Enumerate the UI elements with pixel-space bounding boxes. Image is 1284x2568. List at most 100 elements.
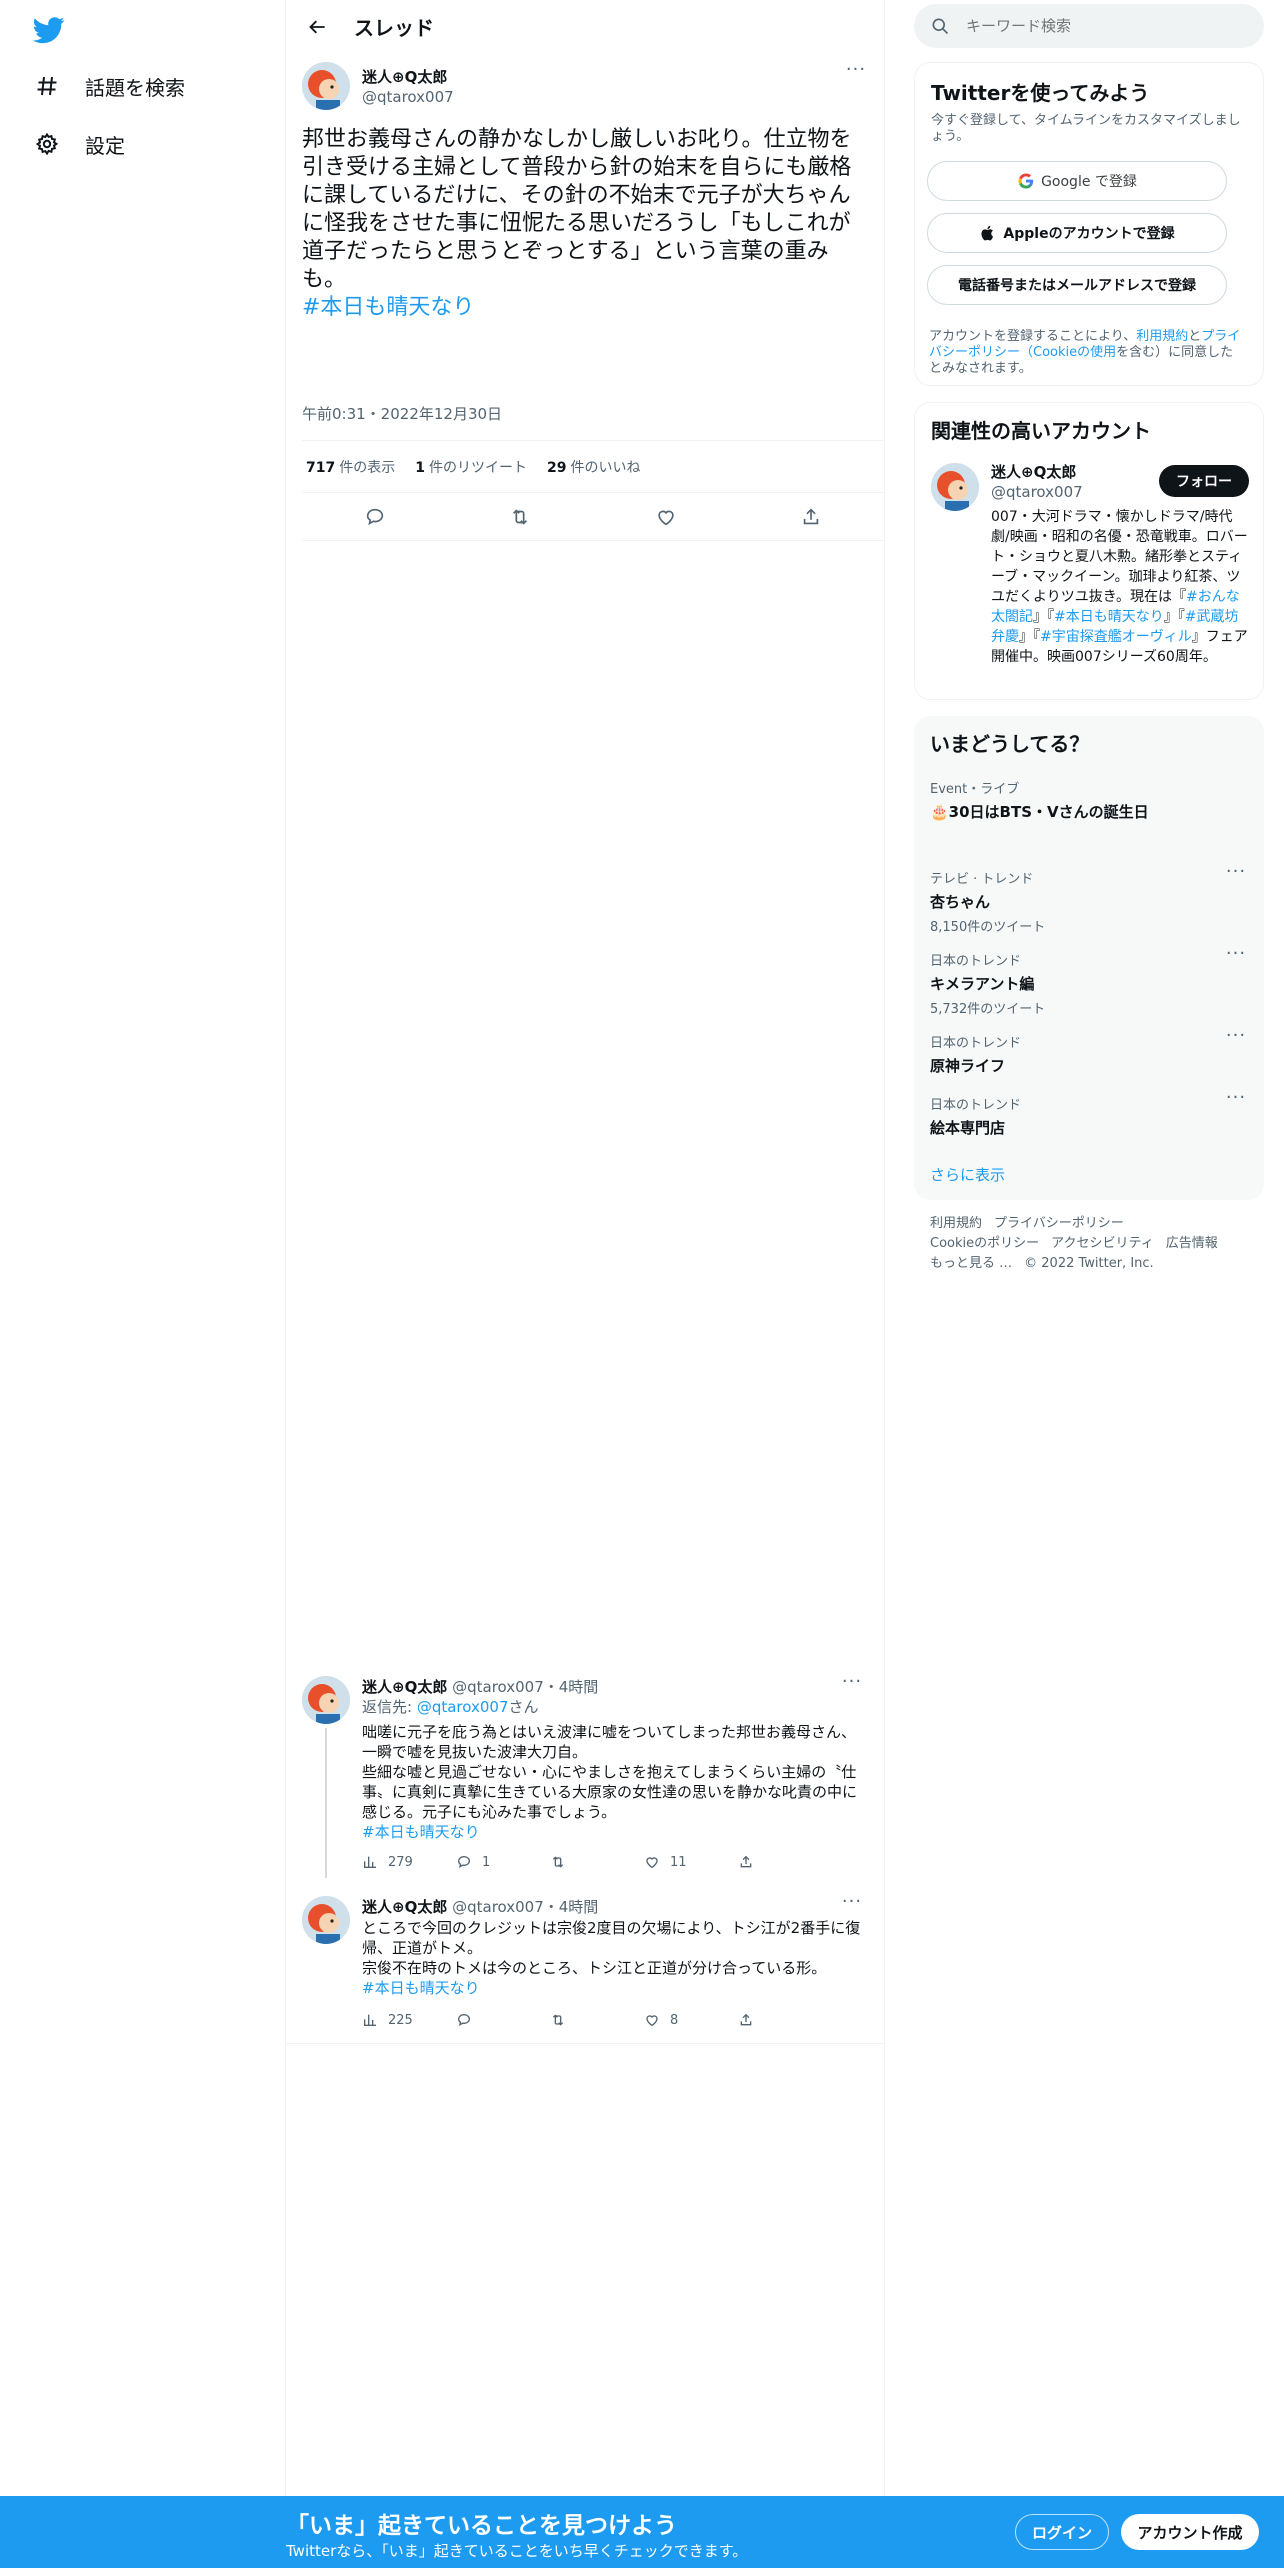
avatar[interactable] [302,62,350,110]
apple-signup-button[interactable]: Appleのアカウントで登録 [927,213,1227,253]
more-icon[interactable]: ··· [1224,1089,1248,1114]
nav-explore[interactable]: 話題を検索 [33,66,185,106]
more-icon[interactable]: ··· [1224,1027,1248,1052]
page-title: スレッド [354,16,434,40]
tweet-actions: 279 1 11 [362,1850,802,1874]
footer-link[interactable]: アクセシビリティ [1051,1236,1154,1251]
terms-text: アカウントを登録することにより、利用規約とプライバシーポリシー（Cookieの使… [929,329,1245,377]
reply-time[interactable]: ・4時間 [544,1678,599,1696]
show-more-link[interactable]: さらに表示 [930,1164,1005,1185]
thread-column: スレッド 迷人⊕Q太郎 @qtarox007 ··· 邦世お義母さんの静かなしか… [286,0,885,2496]
reply-action[interactable]: 1 [456,1854,550,1870]
retweets-count: 1 [415,459,425,476]
retweet-action[interactable] [550,1854,644,1870]
like-action[interactable]: 8 [644,2012,738,2028]
trend-name: 杏ちゃん [930,893,991,911]
share-icon[interactable] [793,499,829,535]
avatar[interactable] [302,1896,350,1944]
more-icon[interactable]: ··· [1224,945,1248,970]
tweet-stats: 717 件の表示 1 件のリツイート 29 件のいいね [302,440,884,493]
retweet-action[interactable] [550,2012,644,2028]
reply-to-mention[interactable]: @qtarox007 [417,1698,509,1716]
author-name[interactable]: 迷人⊕Q太郎 [362,66,447,87]
author-name[interactable]: 迷人⊕Q太郎 [362,1898,447,1916]
views-action[interactable]: 225 [362,2012,456,2028]
more-icon[interactable]: ··· [840,1673,864,1698]
footer-link[interactable]: Cookieのポリシー [930,1236,1039,1251]
reply-time[interactable]: ・4時間 [544,1898,599,1916]
related-handle[interactable]: @qtarox007 [991,483,1083,501]
trend-item[interactable]: 日本のトレンド キメラアント編 5,732件のツイート ··· [930,945,1248,1018]
share-action[interactable] [738,1854,778,1870]
footer-link[interactable]: プライバシーポリシー [994,1216,1124,1231]
reply-action[interactable] [456,2012,550,2028]
hashtag-icon [33,72,61,100]
trends-panel: いまどうしてる？ Event・ライブ 🎂30日はBTS・Vさんの誕生日 テレビ … [914,716,1264,1200]
replies-count: 1 [482,1854,491,1870]
views-label: 件の表示 [339,459,396,476]
terms-link[interactable]: 利用規約 [1136,329,1188,344]
signup-button[interactable]: アカウント作成 [1121,2514,1259,2550]
more-icon[interactable]: ··· [844,61,868,86]
trend-item[interactable]: 日本のトレンド 原神ライフ ··· [930,1027,1248,1076]
reply-tweet[interactable]: 迷人⊕Q太郎 @qtarox007・4時間 ··· ところで今回のクレジットは宗… [302,1893,868,2034]
trend-count: 8,150件のツイート [930,920,1046,935]
search-input[interactable] [966,17,1246,35]
related-name[interactable]: 迷人⊕Q太郎 [991,461,1076,482]
follow-button[interactable]: フォロー [1159,465,1249,497]
footer-link[interactable]: 広告情報 [1166,1236,1218,1251]
bio-hashtag[interactable]: #本日も晴天なり [1054,609,1164,625]
nav-settings[interactable]: 設定 [33,124,125,164]
tweet-body: 咄嗟に元子を庇う為とはいえ波津に嘘をついてしまった邦世お義母さん、一瞬で嘘を見抜… [362,1723,858,1821]
trend-item[interactable]: 日本のトレンド 絵本専門店 ··· [930,1089,1248,1138]
more-icon[interactable]: ··· [840,1893,864,1918]
like-action[interactable]: 11 [644,1854,738,1870]
trends-title: いまどうしてる？ [930,732,1090,756]
share-action[interactable] [738,2012,778,2028]
trend-item[interactable]: Event・ライブ 🎂30日はBTS・Vさんの誕生日 [930,778,1248,822]
back-button[interactable] [300,9,336,45]
reply-to-suffix: さん [508,1698,539,1716]
phone-signup-button[interactable]: 電話番号またはメールアドレスで登録 [927,265,1227,305]
retweet-icon[interactable] [502,499,538,535]
trend-context: Event・ライブ [930,782,1020,797]
footer-link[interactable]: もっと見る … [930,1256,1012,1271]
footer-links: 利用規約 プライバシーポリシー Cookieのポリシー アクセシビリティ 広告情報 も… [930,1214,1250,1274]
trend-context: 日本のトレンド [930,954,1022,969]
twitter-bird-icon[interactable] [32,14,65,46]
share-icon [740,1855,752,1868]
signup-subtitle: 今すぐ登録して、タイムラインをカスタマイズしましょう。 [931,113,1241,144]
avatar[interactable] [302,1676,350,1724]
trend-item[interactable]: テレビ · トレンド 杏ちゃん 8,150件のツイート ··· [930,863,1248,936]
views-action[interactable]: 279 [362,1854,456,1870]
bio-hashtag[interactable]: #宇宙探査艦オーヴィル [1040,629,1192,645]
like-icon[interactable] [648,499,684,535]
tweet-actions: 225 8 [362,2008,802,2032]
tweet-timestamp[interactable]: 午前0:31・2022年12月30日 [302,403,502,424]
tweet-hashtag[interactable]: #本日も晴天なり [362,1823,480,1841]
retweet-icon [552,2014,564,2026]
more-icon[interactable]: ··· [1224,863,1248,888]
search-icon [932,18,949,35]
views-count: 225 [388,2012,413,2028]
reply-icon[interactable] [357,499,393,535]
author-handle[interactable]: @qtarox007 [452,1678,544,1696]
author-name[interactable]: 迷人⊕Q太郎 [362,1678,447,1696]
author-handle[interactable]: @qtarox007 [362,88,454,106]
tweet-hashtag[interactable]: #本日も晴天なり [302,295,474,320]
tweet-hashtag[interactable]: #本日も晴天なり [362,1979,480,1997]
author-handle[interactable]: @qtarox007 [452,1898,544,1916]
footer-link[interactable]: 利用規約 [930,1216,982,1231]
terms-prefix: アカウントを登録することにより、 [929,329,1137,344]
reply-to: 返信先: @qtarox007さん [362,1696,539,1717]
avatar[interactable] [931,463,979,511]
google-signup-button[interactable]: Google で登録 [927,161,1227,201]
search-box[interactable] [914,4,1264,48]
retweets-stat[interactable]: 1 件のリツイート [415,457,527,477]
reply-tweet[interactable]: 迷人⊕Q太郎 @qtarox007・4時間 ··· 返信先: @qtarox00… [302,1673,868,1878]
tweet-text: 邦世お義母さんの静かなしかし厳しいお叱り。仕立物を引き受ける主婦として普段から針… [302,126,868,322]
divider [286,2043,884,2044]
likes-stat[interactable]: 29 件のいいね [547,457,640,477]
login-button[interactable]: ログイン [1015,2514,1109,2550]
gear-icon [33,130,61,158]
